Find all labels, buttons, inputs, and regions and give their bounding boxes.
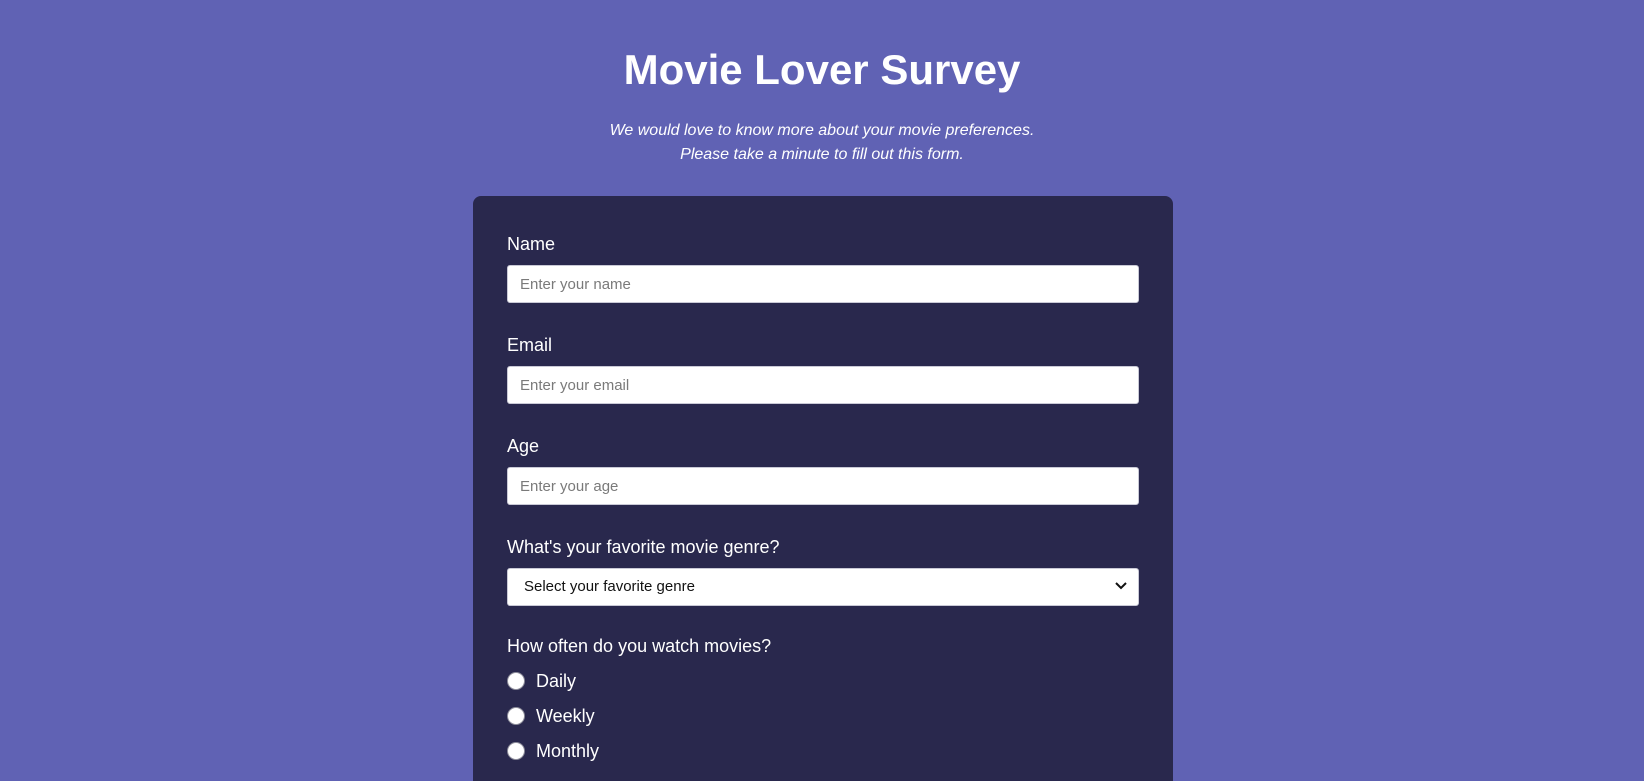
- radio-button[interactable]: [507, 672, 525, 690]
- email-label: Email: [507, 335, 553, 355]
- genre-select[interactable]: Select your favorite genre: [507, 568, 1139, 606]
- frequency-option-monthly[interactable]: Monthly: [507, 739, 599, 763]
- age-label: Age: [507, 436, 540, 456]
- radio-label: Daily: [536, 671, 577, 691]
- genre-label: What's your favorite movie genre?: [507, 537, 780, 557]
- page-subtitle: We would love to know more about your mo…: [0, 119, 1644, 167]
- subtitle-line-2: Please take a minute to fill out this fo…: [680, 146, 964, 163]
- frequency-label: How often do you watch movies?: [507, 636, 772, 656]
- age-input[interactable]: [507, 467, 1139, 505]
- radio-button[interactable]: [507, 707, 525, 725]
- radio-button[interactable]: [507, 742, 525, 760]
- radio-label: Monthly: [536, 741, 600, 761]
- name-label: Name: [507, 234, 556, 254]
- radio-label: Weekly: [536, 706, 595, 726]
- email-input[interactable]: [507, 366, 1139, 404]
- survey-page: Movie Lover Survey We would love to know…: [0, 0, 1644, 781]
- name-input[interactable]: [507, 265, 1139, 303]
- survey-form-card: Name Email Age What's your favorite movi…: [473, 196, 1173, 781]
- subtitle-line-1: We would love to know more about your mo…: [609, 122, 1035, 139]
- frequency-option-daily[interactable]: Daily: [507, 669, 576, 693]
- page-title: Movie Lover Survey: [623, 46, 1021, 93]
- chevron-down-icon: [1115, 582, 1127, 590]
- frequency-option-weekly[interactable]: Weekly: [507, 704, 595, 728]
- genre-select-value: Select your favorite genre: [524, 578, 695, 595]
